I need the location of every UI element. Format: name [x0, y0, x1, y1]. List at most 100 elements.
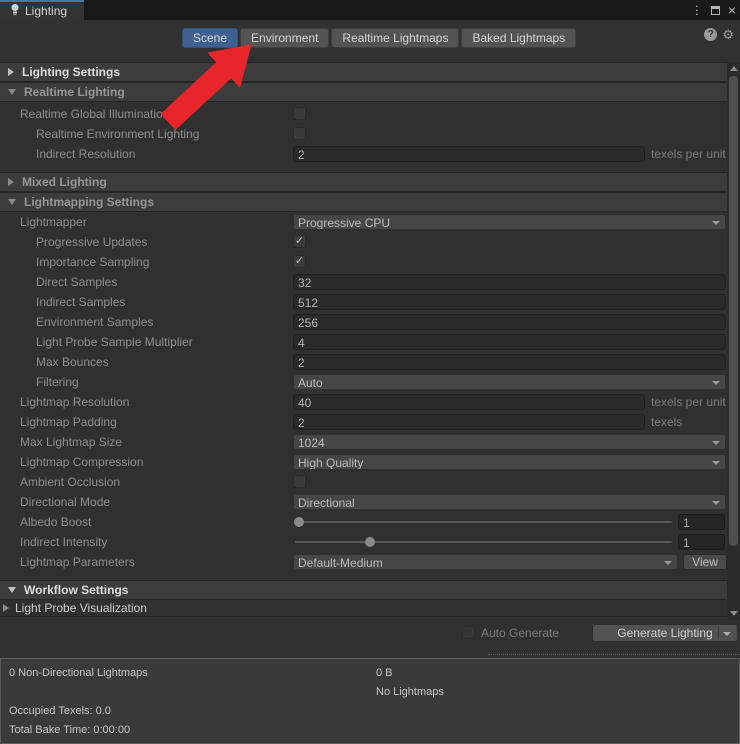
field-label: Filtering: [36, 375, 79, 389]
window-titlebar: Lighting ⋮ ×: [0, 0, 740, 20]
row-realtime-environment-lighting: Realtime Environment Lighting: [0, 124, 740, 144]
directional-mode-dropdown[interactable]: Directional: [293, 494, 726, 510]
field-label: Ambient Occlusion: [20, 475, 120, 489]
settings-panel: Lighting Settings Realtime Lighting Realti…: [0, 62, 740, 617]
toolbar: SceneEnvironmentRealtime LightmapsBaked …: [0, 20, 740, 62]
dropdown-arrow-icon: [712, 221, 720, 225]
tab-scene[interactable]: Scene: [182, 28, 238, 48]
field-label: Progressive Updates: [36, 235, 147, 249]
gear-icon[interactable]: ⚙: [722, 28, 734, 41]
stat-text: Occupied Texels: 0.0: [9, 705, 111, 717]
albedo-boost-value-input[interactable]: 1: [678, 514, 725, 530]
row-light-probe-sample-multiplier: Light Probe Sample Multiplier 4: [0, 332, 740, 352]
help-icon[interactable]: ?: [704, 28, 717, 41]
lightmap-stats-panel: 0 Non-Directional Lightmaps0 BNo Lightma…: [0, 658, 740, 744]
lightmapper-dropdown[interactable]: Progressive CPU: [293, 214, 726, 230]
vertical-scrollbar[interactable]: [727, 62, 740, 620]
stat-text: Total Bake Time: 0:00:00: [9, 724, 130, 736]
auto-generate-label: Auto Generate: [481, 626, 559, 640]
resize-handle[interactable]: [488, 654, 740, 655]
row-indirect-resolution: Indirect Resolution 2 texels per unit: [0, 144, 740, 164]
unit-label: texels: [651, 415, 682, 429]
row-direct-samples: Direct Samples32: [0, 272, 740, 292]
field-label: Albedo Boost: [20, 515, 91, 529]
ambient-occlusion-checkbox[interactable]: [293, 475, 306, 488]
close-icon[interactable]: ×: [728, 3, 736, 17]
row-progressive-updates: Progressive Updates ✓: [0, 232, 740, 252]
lightmap-compression-dropdown[interactable]: High Quality: [293, 454, 726, 470]
importance-sampling-checkbox[interactable]: ✓: [293, 255, 306, 268]
chevron-down-icon: [8, 199, 16, 205]
window-tab-lighting[interactable]: Lighting: [0, 0, 84, 20]
row-importance-sampling: Importance Sampling ✓: [0, 252, 740, 272]
section-header-mixed-lighting[interactable]: Mixed Lighting: [0, 172, 740, 192]
section-header-realtime-lighting[interactable]: Realtime Lighting: [0, 82, 740, 102]
indirect-intensity-slider[interactable]: [295, 541, 672, 543]
field-label: Indirect Samples: [36, 295, 125, 309]
filtering-dropdown[interactable]: Auto: [293, 374, 726, 390]
max-lightmap-size-dropdown[interactable]: 1024: [293, 434, 726, 450]
field-label: Environment Samples: [36, 315, 153, 329]
unit-label: texels per unit: [651, 395, 726, 409]
row-filtering: Filtering Auto: [0, 372, 740, 392]
field-label: Realtime Global Illumination: [20, 107, 169, 121]
generate-lighting-button[interactable]: Generate Lighting: [592, 624, 738, 642]
slider-handle[interactable]: [294, 517, 304, 527]
field-label: Importance Sampling: [36, 255, 149, 269]
row-max-lightmap-size: Max Lightmap Size1024: [0, 432, 740, 452]
field-label: Lightmap Compression: [20, 455, 143, 469]
auto-generate-checkbox[interactable]: [462, 626, 475, 639]
lightmap-resolution-input[interactable]: 40: [293, 394, 645, 410]
field-label: Light Probe Sample Multiplier: [36, 335, 193, 349]
view-button[interactable]: View: [683, 554, 727, 570]
section-label: Mixed Lighting: [22, 175, 107, 189]
lightmap-padding-input[interactable]: 2: [293, 414, 645, 430]
scroll-up-icon[interactable]: [730, 66, 738, 71]
max-bounces-input[interactable]: 2: [293, 354, 726, 370]
field-label: Indirect Resolution: [36, 147, 135, 161]
foldout-light-probe-visualization[interactable]: Light Probe Visualization: [0, 600, 740, 616]
tab-baked-lightmaps[interactable]: Baked Lightmaps: [461, 28, 576, 48]
indirect-intensity-value-input[interactable]: 1: [678, 534, 725, 550]
lightmap-parameters-dropdown[interactable]: Default-Medium: [293, 554, 678, 570]
row-lightmap-resolution: Lightmap Resolution40texels per unit: [0, 392, 740, 412]
row-lightmap-compression: Lightmap Compression High Quality: [0, 452, 740, 472]
tab-environment[interactable]: Environment: [240, 28, 329, 48]
row-indirect-intensity: Indirect Intensity1: [0, 532, 740, 552]
section-header-workflow-settings[interactable]: Workflow Settings: [0, 580, 740, 600]
row-realtime-global-illumination: Realtime Global Illumination: [0, 104, 740, 124]
scrollbar-thumb[interactable]: [729, 76, 738, 546]
section-header-lighting-settings[interactable]: Lighting Settings: [0, 62, 740, 82]
maximize-icon[interactable]: [711, 6, 720, 15]
row-environment-samples: Environment Samples 256: [0, 312, 740, 332]
environment-samples-input[interactable]: 256: [293, 314, 726, 330]
generate-dropdown-icon[interactable]: [723, 632, 731, 636]
progressive-updates-checkbox[interactable]: ✓: [293, 235, 306, 248]
section-header-lightmapping-settings[interactable]: Lightmapping Settings: [0, 192, 740, 212]
chevron-right-icon: [3, 604, 9, 612]
light-probe-sample-multiplier-input[interactable]: 4: [293, 334, 726, 350]
field-label: Lightmapper: [20, 215, 87, 229]
section-label: Workflow Settings: [24, 583, 128, 597]
foldout-label: Light Probe Visualization: [15, 601, 147, 615]
indirect-samples-input[interactable]: 512: [293, 294, 726, 310]
field-label: Max Bounces: [36, 355, 109, 369]
kebab-menu-icon[interactable]: ⋮: [691, 4, 703, 16]
section-label: Realtime Lighting: [24, 85, 125, 99]
scroll-down-icon[interactable]: [730, 611, 738, 616]
indirect-resolution-input[interactable]: 2: [293, 146, 645, 162]
row-max-bounces: Max Bounces 2: [0, 352, 740, 372]
realtime-global-illumination-checkbox[interactable]: [293, 107, 306, 120]
field-label: Lightmap Parameters: [20, 555, 135, 569]
slider-handle[interactable]: [365, 537, 375, 547]
albedo-boost-slider[interactable]: [295, 521, 672, 523]
unit-label: texels per unit: [651, 147, 726, 161]
direct-samples-input[interactable]: 32: [293, 274, 726, 290]
row-directional-mode: Directional ModeDirectional: [0, 492, 740, 512]
window-title: Lighting: [25, 4, 67, 18]
section-label: Lighting Settings: [22, 65, 120, 79]
tab-realtime-lightmaps[interactable]: Realtime Lightmaps: [331, 28, 459, 48]
realtime-environment-lighting-checkbox[interactable]: [293, 127, 306, 140]
chevron-down-icon: [8, 89, 16, 95]
stat-text: No Lightmaps: [376, 686, 444, 698]
